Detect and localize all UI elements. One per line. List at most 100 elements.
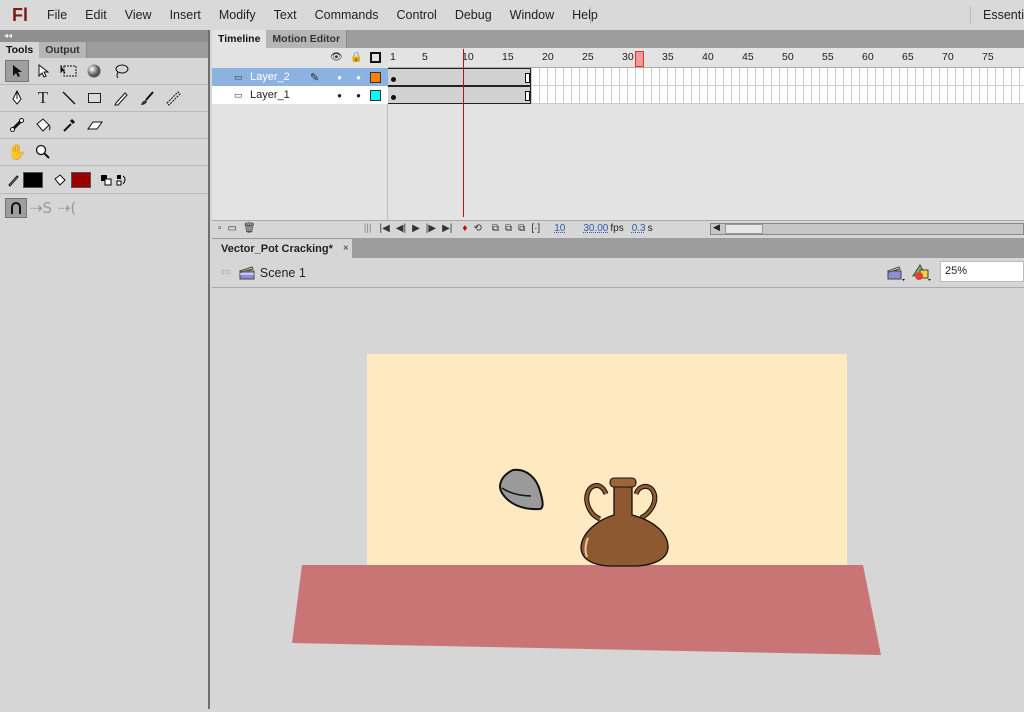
lock-toggle[interactable]: ● xyxy=(349,91,368,100)
end-frame[interactable] xyxy=(525,91,530,101)
document-tab[interactable]: Vector_Pot Cracking* × xyxy=(212,239,352,258)
edit-symbol-icon[interactable] xyxy=(910,262,932,282)
pen-tool[interactable] xyxy=(5,87,29,109)
layer-icon: ▭ xyxy=(234,89,243,100)
frame-ruler[interactable]: 1 5 10 15 20 25 30 35 40 45 50 55 60 65 70 75 xyxy=(388,48,1024,68)
menu-commands[interactable]: Commands xyxy=(306,8,388,22)
menu-window[interactable]: Window xyxy=(501,8,563,22)
menu-modify[interactable]: Modify xyxy=(210,8,265,22)
paint-bucket-tool[interactable] xyxy=(31,114,55,136)
onion-markers-icon[interactable]: [·] xyxy=(531,223,540,234)
menu-edit[interactable]: Edit xyxy=(76,8,116,22)
end-frame[interactable] xyxy=(525,73,530,83)
keyframe[interactable] xyxy=(391,77,396,82)
lasso-icon xyxy=(115,64,129,79)
deco-tool[interactable] xyxy=(161,87,185,109)
scene-label[interactable]: Scene 1 xyxy=(260,266,306,280)
new-folder-icon[interactable]: ▭ xyxy=(228,223,237,234)
back-arrow-icon[interactable]: ⇦ xyxy=(220,265,231,280)
menu-insert[interactable]: Insert xyxy=(161,8,210,22)
tab-tools[interactable]: Tools xyxy=(0,42,40,58)
edit-scene-icon[interactable] xyxy=(886,264,906,282)
lock-icon[interactable]: 🔒 xyxy=(350,52,362,64)
frame-span[interactable] xyxy=(388,86,531,104)
loop-icon[interactable]: ⟲ xyxy=(474,223,482,234)
menu-file[interactable]: File xyxy=(38,8,76,22)
layer-row[interactable]: ▭ Layer_2 ✎ ● ● xyxy=(212,68,388,86)
eraser-tool[interactable] xyxy=(83,114,107,136)
first-frame-icon[interactable]: |◀ xyxy=(380,223,390,234)
lasso-tool[interactable] xyxy=(109,60,133,82)
tab-motion-editor[interactable]: Motion Editor xyxy=(266,30,348,48)
layer-frames[interactable] xyxy=(388,86,1024,104)
3d-rotation-tool[interactable] xyxy=(83,60,107,82)
close-icon[interactable]: × xyxy=(343,243,349,254)
visibility-toggle[interactable]: ● xyxy=(330,91,349,100)
fill-color-swatch[interactable] xyxy=(71,171,91,188)
layer-row[interactable]: ▭ Layer_1 ● ● xyxy=(212,86,388,104)
frame-span[interactable] xyxy=(388,68,531,86)
menu-debug[interactable]: Debug xyxy=(446,8,501,22)
frame-rate[interactable]: 30.00 xyxy=(583,223,608,234)
zoom-input[interactable]: 25% xyxy=(940,261,1024,282)
scroll-left-icon[interactable]: ◀ xyxy=(713,222,720,233)
last-frame-icon[interactable]: ▶| xyxy=(442,223,452,234)
menu-text[interactable]: Text xyxy=(265,8,306,22)
edit-multiple-icon[interactable]: ⧉ xyxy=(518,223,525,234)
snap-to-objects-button[interactable] xyxy=(5,197,27,218)
line-tool[interactable] xyxy=(57,87,81,109)
panel-collapse-bar[interactable]: ◂◂ xyxy=(0,30,208,42)
step-forward-icon[interactable]: |▶ xyxy=(426,223,436,234)
visibility-toggle[interactable]: ● xyxy=(330,73,349,82)
lock-toggle[interactable]: ● xyxy=(349,73,368,82)
hand-tool[interactable]: ✋ xyxy=(5,141,29,163)
step-back-icon[interactable]: ◀| xyxy=(396,223,406,234)
elapsed-time[interactable]: 0.3 xyxy=(632,223,646,234)
current-frame[interactable]: 10 xyxy=(554,223,565,234)
smooth-button[interactable]: ⇢S xyxy=(29,197,53,219)
onion-skin-icon[interactable]: ⧉ xyxy=(492,223,499,234)
straighten-button[interactable]: ⇢( xyxy=(55,197,79,219)
scroll-thumb[interactable] xyxy=(725,224,763,234)
eye-icon[interactable]: 👁 xyxy=(330,52,343,64)
layer-name[interactable]: Layer_2 xyxy=(250,71,310,83)
selection-tool[interactable] xyxy=(5,60,29,82)
tab-timeline[interactable]: Timeline xyxy=(212,30,267,48)
pencil-tool[interactable] xyxy=(109,87,133,109)
bone-icon xyxy=(10,118,24,132)
subselection-tool[interactable] xyxy=(31,60,55,82)
brush-tool[interactable] xyxy=(135,87,159,109)
bone-tool[interactable] xyxy=(5,114,29,136)
outline-icon[interactable] xyxy=(370,52,381,63)
layer-name[interactable]: Layer_1 xyxy=(250,89,310,101)
play-icon[interactable]: ▶ xyxy=(412,223,420,234)
floor-shape[interactable] xyxy=(292,565,881,655)
stroke-color-swatch[interactable] xyxy=(23,171,43,188)
layer-frames[interactable] xyxy=(388,68,1024,86)
eyedropper-tool[interactable] xyxy=(57,114,81,136)
menu-control[interactable]: Control xyxy=(388,8,446,22)
rectangle-tool[interactable] xyxy=(83,87,107,109)
stage-canvas[interactable] xyxy=(212,289,1024,709)
timeline-scrollbar[interactable]: ◀ xyxy=(710,222,1024,235)
onion-outline-icon[interactable]: ⧉ xyxy=(505,223,512,234)
keyframe[interactable] xyxy=(391,95,396,100)
playhead[interactable] xyxy=(635,51,644,67)
workspace-switcher[interactable]: Essentia xyxy=(970,6,1024,24)
center-frame-icon[interactable]: ♦ xyxy=(462,223,467,234)
timeline-panel: Timeline Motion Editor 👁 🔒 1 5 10 15 20 25 30 3… xyxy=(212,30,1024,236)
menu-view[interactable]: View xyxy=(116,8,161,22)
free-transform-tool[interactable] xyxy=(57,60,81,82)
default-colors-button[interactable] xyxy=(99,169,113,191)
new-layer-icon[interactable]: ▫ xyxy=(218,223,222,234)
layer-outline-color[interactable] xyxy=(370,89,381,101)
delete-icon[interactable]: 🗑 xyxy=(243,223,256,234)
zoom-tool[interactable] xyxy=(31,141,55,163)
menu-help[interactable]: Help xyxy=(563,8,607,22)
layer-outline-color[interactable] xyxy=(370,71,381,83)
swap-colors-button[interactable] xyxy=(115,169,129,191)
tab-output[interactable]: Output xyxy=(39,42,87,58)
text-tool[interactable]: T xyxy=(31,87,55,109)
tool-row-colors xyxy=(0,166,208,194)
resize-grip-icon[interactable]: ||| xyxy=(364,223,372,234)
